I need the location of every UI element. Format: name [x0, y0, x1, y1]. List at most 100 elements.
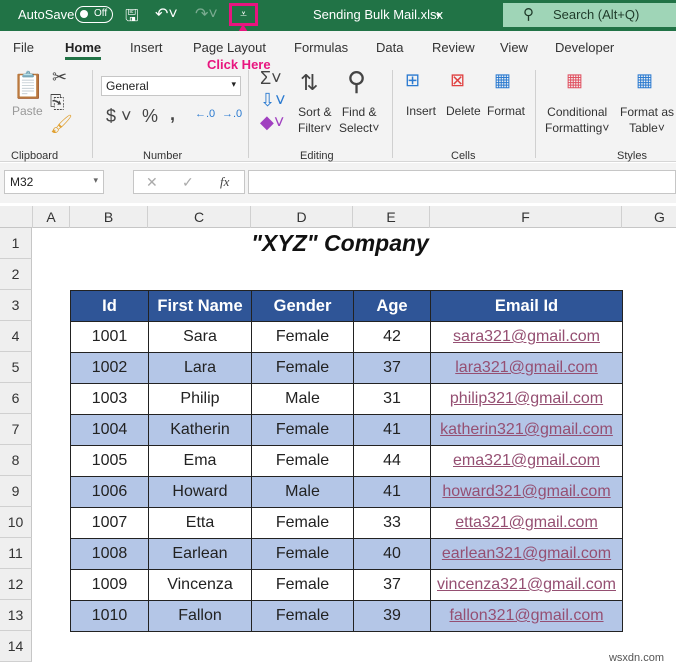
- delete-button[interactable]: Delete: [446, 104, 481, 118]
- cell-id[interactable]: 1004: [70, 414, 149, 446]
- cell-email[interactable]: howard321@gmail.com: [430, 476, 623, 508]
- tab-insert[interactable]: Insert: [130, 40, 163, 55]
- row-header[interactable]: 2: [0, 259, 32, 290]
- tab-data[interactable]: Data: [376, 40, 403, 55]
- select-all-button[interactable]: [0, 206, 33, 228]
- cell-first-name[interactable]: Katherin: [148, 414, 252, 446]
- cell-email[interactable]: katherin321@gmail.com: [430, 414, 623, 446]
- header-age[interactable]: Age: [353, 290, 431, 322]
- paste-icon[interactable]: 📋: [12, 70, 44, 101]
- cell-gender[interactable]: Male: [251, 383, 354, 415]
- percent-icon[interactable]: %: [142, 106, 158, 127]
- row-header[interactable]: 14: [0, 631, 32, 662]
- tab-file[interactable]: File: [13, 40, 34, 55]
- email-link[interactable]: katherin321@gmail.com: [440, 421, 613, 438]
- cell-id[interactable]: 1009: [70, 569, 149, 601]
- tab-view[interactable]: View: [500, 40, 528, 55]
- column-header[interactable]: F: [430, 206, 622, 228]
- cell-gender[interactable]: Female: [251, 321, 354, 353]
- email-link[interactable]: etta321@gmail.com: [455, 514, 598, 531]
- email-link[interactable]: philip321@gmail.com: [450, 390, 603, 407]
- fill-icon[interactable]: ⇩˅: [260, 90, 286, 111]
- email-link[interactable]: vincenza321@gmail.com: [437, 576, 616, 593]
- number-format-dropdown[interactable]: General ▾: [101, 76, 241, 96]
- column-header[interactable]: C: [148, 206, 251, 228]
- cell-first-name[interactable]: Earlean: [148, 538, 252, 570]
- cell-id[interactable]: 1008: [70, 538, 149, 570]
- cell-age[interactable]: 37: [353, 352, 431, 384]
- email-link[interactable]: howard321@gmail.com: [442, 483, 610, 500]
- cell-first-name[interactable]: Philip: [148, 383, 252, 415]
- email-link[interactable]: earlean321@gmail.com: [442, 545, 611, 562]
- format-as-table-icon[interactable]: ▦: [636, 70, 653, 91]
- cell-gender[interactable]: Female: [251, 414, 354, 446]
- column-header[interactable]: G: [622, 206, 676, 228]
- cell-gender[interactable]: Female: [251, 445, 354, 477]
- find-select-icon[interactable]: ⚲: [347, 66, 366, 97]
- formula-input[interactable]: [248, 170, 676, 194]
- cell-age[interactable]: 41: [353, 414, 431, 446]
- cell-email[interactable]: ema321@gmail.com: [430, 445, 623, 477]
- email-link[interactable]: ema321@gmail.com: [453, 452, 600, 469]
- tab-formulas[interactable]: Formulas: [294, 40, 348, 55]
- tab-developer[interactable]: Developer: [555, 40, 614, 55]
- insert-function-icon[interactable]: fx: [220, 174, 229, 190]
- format-painter-icon[interactable]: 🖌: [50, 114, 73, 135]
- cell-age[interactable]: 33: [353, 507, 431, 539]
- undo-icon[interactable]: ↶˅: [155, 4, 178, 24]
- cut-icon[interactable]: ✂: [52, 67, 67, 88]
- column-header[interactable]: A: [33, 206, 70, 228]
- paste-button[interactable]: Paste: [12, 104, 43, 118]
- cell-first-name[interactable]: Etta: [148, 507, 252, 539]
- tab-page-layout[interactable]: Page Layout: [193, 40, 266, 55]
- cell-id[interactable]: 1005: [70, 445, 149, 477]
- row-header[interactable]: 6: [0, 383, 32, 414]
- cell-age[interactable]: 40: [353, 538, 431, 570]
- tab-review[interactable]: Review: [432, 40, 475, 55]
- comma-style-icon[interactable]: ,: [170, 104, 175, 125]
- filename[interactable]: Sending Bulk Mail.xlsx: [313, 7, 443, 22]
- cell-id[interactable]: 1006: [70, 476, 149, 508]
- format-button[interactable]: Format: [487, 104, 525, 118]
- row-header[interactable]: 7: [0, 414, 32, 445]
- column-header[interactable]: D: [251, 206, 353, 228]
- sort-filter-icon[interactable]: ⇅: [300, 70, 318, 96]
- conditional-formatting-icon[interactable]: ▦: [566, 70, 583, 91]
- column-header[interactable]: B: [70, 206, 148, 228]
- cell-age[interactable]: 37: [353, 569, 431, 601]
- copy-icon[interactable]: ⎘: [50, 92, 64, 113]
- cell-age[interactable]: 42: [353, 321, 431, 353]
- row-header[interactable]: 3: [0, 290, 32, 321]
- row-header[interactable]: 13: [0, 600, 32, 631]
- name-box[interactable]: M32 ▾: [4, 170, 104, 194]
- format-as-table-button[interactable]: Format as Table˅: [620, 104, 674, 136]
- cancel-icon[interactable]: ✕: [146, 174, 158, 191]
- sheet-title[interactable]: "XYZ" Company: [150, 230, 530, 257]
- sort-filter-button[interactable]: Sort & Filter˅: [298, 104, 332, 136]
- tab-home[interactable]: Home: [65, 40, 102, 60]
- customize-quick-access-toolbar-button[interactable]: ⩡: [229, 3, 258, 26]
- email-link[interactable]: sara321@gmail.com: [453, 328, 600, 345]
- row-header[interactable]: 12: [0, 569, 32, 600]
- cell-id[interactable]: 1010: [70, 600, 149, 632]
- delete-cells-icon[interactable]: ⊠: [450, 70, 465, 91]
- row-header[interactable]: 1: [0, 228, 32, 259]
- cell-gender[interactable]: Female: [251, 600, 354, 632]
- chevron-down-icon[interactable]: ▾: [436, 10, 441, 21]
- cell-email[interactable]: vincenza321@gmail.com: [430, 569, 623, 601]
- cell-gender[interactable]: Female: [251, 538, 354, 570]
- email-link[interactable]: lara321@gmail.com: [455, 359, 598, 376]
- cell-gender[interactable]: Female: [251, 569, 354, 601]
- cell-id[interactable]: 1003: [70, 383, 149, 415]
- row-header[interactable]: 11: [0, 538, 32, 569]
- email-link[interactable]: fallon321@gmail.com: [449, 607, 603, 624]
- row-header[interactable]: 9: [0, 476, 32, 507]
- row-header[interactable]: 8: [0, 445, 32, 476]
- header-email[interactable]: Email Id: [430, 290, 623, 322]
- row-header[interactable]: 5: [0, 352, 32, 383]
- cell-age[interactable]: 39: [353, 600, 431, 632]
- clear-icon[interactable]: ◆˅: [260, 112, 284, 133]
- cell-age[interactable]: 31: [353, 383, 431, 415]
- save-icon[interactable]: 🖫: [125, 5, 139, 32]
- autosave-toggle[interactable]: Off: [75, 6, 113, 23]
